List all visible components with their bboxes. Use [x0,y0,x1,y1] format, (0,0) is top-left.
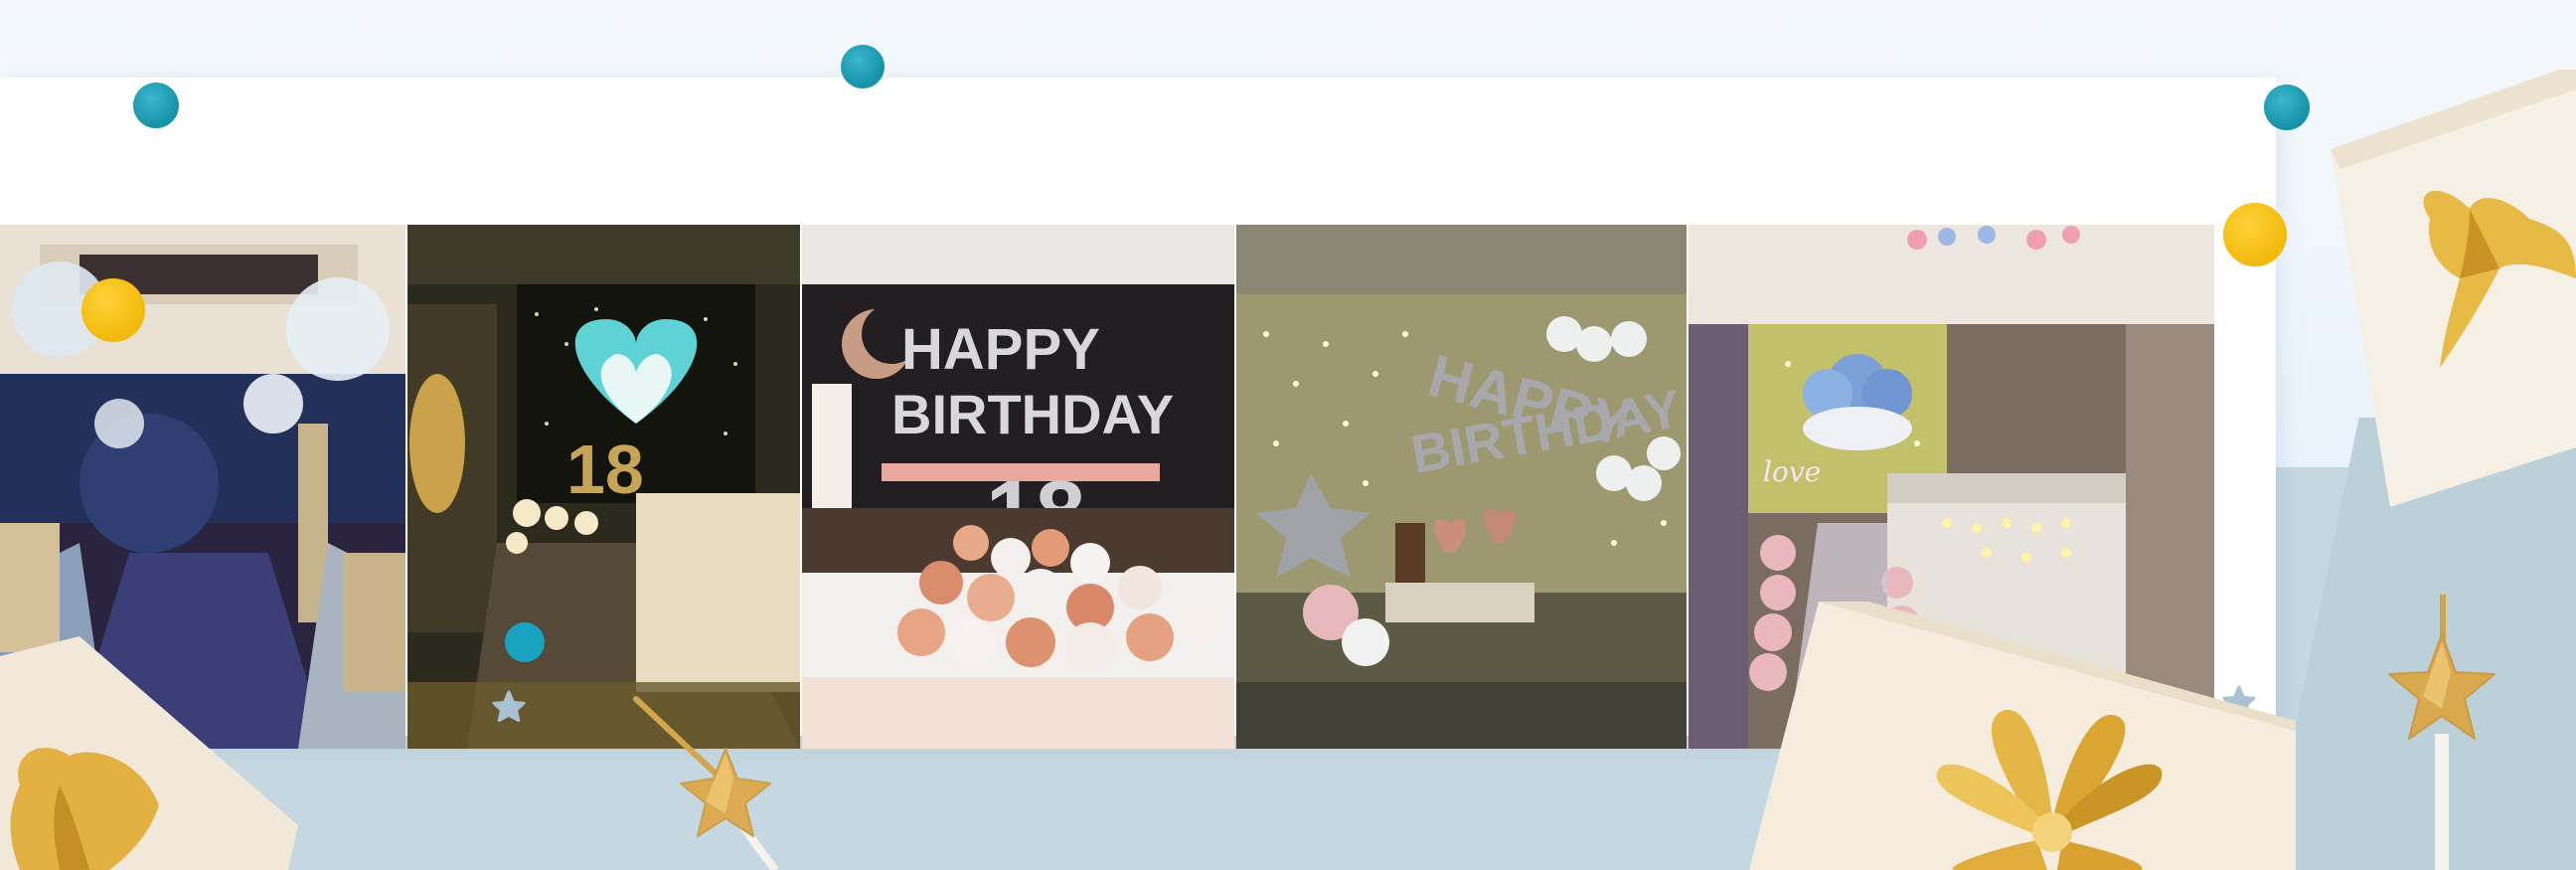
photo-5-love-sign: love [1763,455,1821,488]
photo-3-happy: HAPPY [901,317,1100,382]
photo-2-number: 18 [566,431,644,508]
yellow-dot-decoration [2223,203,2287,266]
star-wand-icon [626,694,795,870]
gift-box-icon [2331,70,2576,507]
photo-happy-birthday-bed[interactable]: HAPPY BIRTHDAY 18 [802,225,1234,749]
teal-dot-decoration [841,45,885,88]
photo-fairy-lights-wall[interactable]: HAPPY BIRTHDAY [1236,225,1687,749]
yellow-dot-decoration [81,278,145,342]
star-wand-icon [2375,595,2504,870]
gift-box-icon [0,636,298,870]
photo-heart-balloon-room[interactable]: 18 [407,225,800,749]
teal-dot-decoration [2264,85,2310,130]
teal-dot-decoration [133,83,179,128]
star-icon [492,690,526,722]
photo-3-birthday: BIRTHDAY [891,383,1174,445]
gift-box-icon [1749,602,2296,870]
